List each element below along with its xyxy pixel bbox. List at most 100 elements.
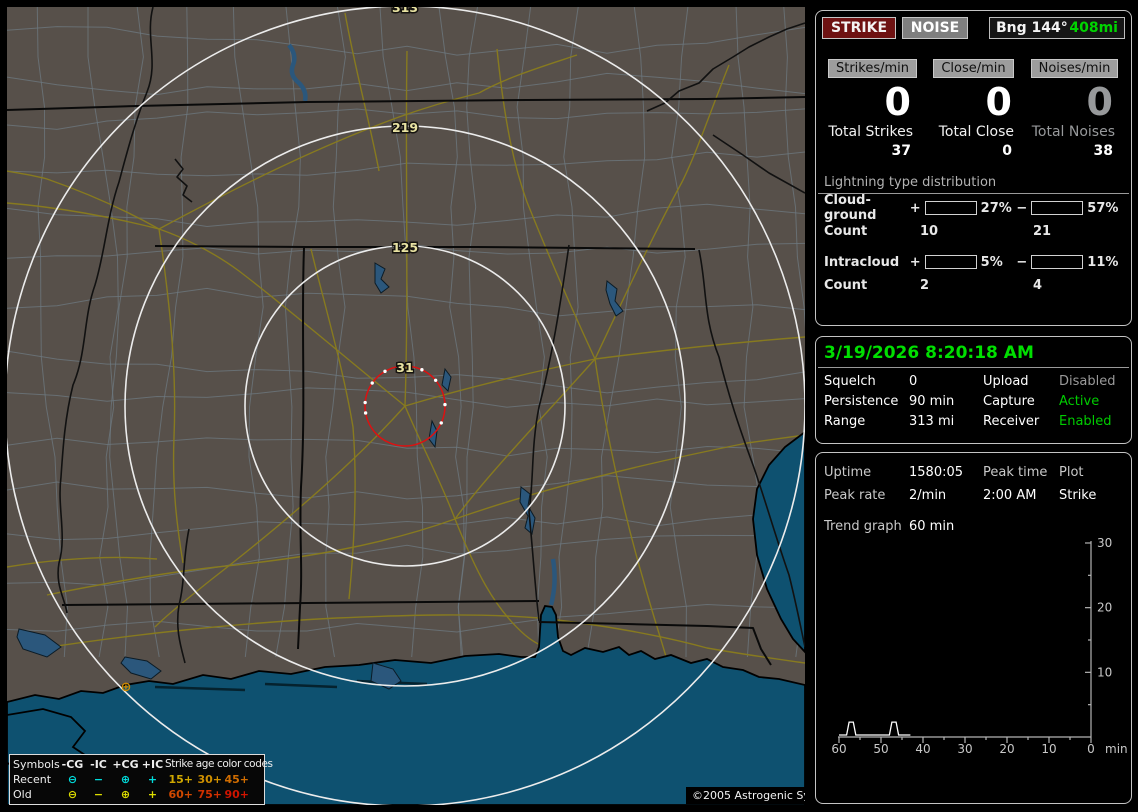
age-15: 15+ [168,773,193,786]
cloud-ground-row: Cloud-ground + 27% − 57% [816,193,1131,223]
intracloud-label: Intracloud [824,254,900,270]
recent-ncg-icon: ⊖ [67,773,78,786]
close-column: Close/min 0 Total Close 0 [923,57,1024,159]
rate-counters: Strikes/min 0 Total Strikes 37 Close/min… [816,57,1131,159]
strike-legend: Symbols -CG -IC +CG +IC Strike age color… [9,754,273,805]
legend-row-recent: Recent [13,773,52,786]
svg-text:min: min [1105,742,1128,756]
plot-value: Strike [1059,488,1097,503]
cg-positive-bar [924,201,977,215]
trend-graph: 60 50 40 30 20 10 0 min 30 20 10 [831,536,1128,756]
old-nic-icon: − [93,788,104,801]
count-label: Count [824,223,868,239]
svg-text:125: 125 [392,240,418,255]
noise-mode-button[interactable]: NOISE [902,17,968,39]
ic-negative-pct: 11% [1087,254,1119,270]
uptime-grid: Uptime 1580:05 Peak time Plot Peak rate … [816,453,1131,507]
range-label: Range [824,414,866,429]
old-ncg-icon: ⊖ [67,788,78,801]
datetime-display: 3/19/2026 8:20:18 AM [824,343,1034,363]
svg-text:10: 10 [1041,742,1056,756]
svg-text:30: 30 [957,742,972,756]
age-30: 30+ [197,773,222,786]
strikes-column: Strikes/min 0 Total Strikes 37 [822,57,923,159]
total-close-label: Total Close [938,124,1014,140]
upload-label: Upload [983,374,1029,389]
legend-col-nic: -IC [90,758,107,771]
svg-text:20: 20 [1097,601,1112,615]
svg-text:0: 0 [1087,742,1095,756]
legend-col-pcg: +CG [112,758,139,771]
legend-col-pic: +IC [141,758,164,771]
plus-sign: + [909,254,921,270]
distribution-title: Lightning type distribution [824,175,997,190]
close-rate: 0 [985,80,1012,124]
strikes-rate: 0 [884,80,911,124]
strike-map[interactable]: 313 219 125 31 ⊕ [7,7,805,805]
svg-text:31: 31 [396,360,413,375]
cg-positive-pct: 27% [980,200,1012,216]
map-panel[interactable]: 313 219 125 31 ⊕ Symbols -CG -IC +CG +IC St… [7,7,805,805]
bearing-label: Bng 144° [996,20,1068,36]
status-panel: 3/19/2026 8:20:18 AM Squelch 0 Upload Di… [815,336,1132,444]
old-strike-symbol: ⊕ [121,680,132,695]
receiver-label: Receiver [983,414,1040,429]
persistence-label: Persistence [824,394,899,409]
ic-positive-count: 2 [920,277,930,293]
close-per-min-button[interactable]: Close/min [933,59,1014,78]
ic-positive-pct: 5% [980,254,1003,270]
peak-time-value: 2:00 AM [983,488,1037,503]
total-strikes-label: Total Strikes [828,124,913,140]
legend-age-title: Strike age color codes [165,758,273,770]
count-label: Count [824,277,868,293]
intracloud-row: Intracloud + 5% − 11% [816,250,1131,274]
counters-panel: STRIKE NOISE Bng 144° 408mi Strikes/min … [815,10,1132,326]
nexstorm-window: 313 219 125 31 ⊕ Symbols -CG -IC +CG +IC St… [0,0,1138,812]
recent-pcg-icon: ⊕ [120,773,131,786]
total-noises-value: 38 [1093,143,1113,159]
age-45: 45+ [224,773,249,786]
total-noises-label: Total Noises [1031,124,1115,140]
plus-sign: + [909,200,921,216]
strikes-per-min-button[interactable]: Strikes/min [827,59,918,78]
svg-text:10: 10 [1097,665,1112,679]
noises-per-min-button[interactable]: Noises/min [1030,59,1119,78]
squelch-label: Squelch [824,374,876,389]
peak-time-label: Peak time [983,465,1048,480]
svg-text:30: 30 [1097,536,1112,550]
svg-text:219: 219 [392,120,418,135]
ic-positive-bar [924,255,977,269]
intracloud-count-row: Count 2 4 [816,274,1131,296]
capture-label: Capture [983,394,1035,409]
noises-rate: 0 [1086,80,1113,124]
total-strikes-value: 37 [891,143,911,159]
plot-label: Plot [1059,465,1084,480]
lightning-distribution: Lightning type distribution Cloud-ground… [816,175,1131,296]
uptime-value: 1580:05 [909,465,964,480]
old-pic-icon: + [147,788,158,801]
recent-pic-icon: + [147,773,158,786]
strike-mode-button[interactable]: STRIKE [822,17,896,39]
capture-status: Active [1059,394,1100,409]
trend-panel: Uptime 1580:05 Peak time Plot Peak rate … [815,452,1132,804]
squelch-value: 0 [909,374,918,389]
ic-negative-bar [1031,255,1084,269]
cg-positive-count: 10 [920,223,939,239]
bearing-distance: 408mi [1069,20,1118,36]
cloud-ground-count-row: Count 10 21 [816,220,1131,242]
cg-negative-bar [1031,201,1084,215]
cloud-ground-label: Cloud-ground [824,193,877,223]
cg-negative-count: 21 [1033,223,1052,239]
svg-text:60: 60 [831,742,846,756]
recent-nic-icon: − [93,773,104,786]
peak-rate-label: Peak rate [824,488,886,503]
persistence-value: 90 min [909,394,955,409]
noises-column: Noises/min 0 Total Noises 38 [1024,57,1125,159]
age-75: 75+ [197,788,222,801]
receiver-status: Enabled [1059,414,1112,429]
bearing-indicator: Bng 144° 408mi [989,17,1125,39]
age-60: 60+ [168,788,193,801]
minus-sign: − [1016,200,1028,216]
total-close-value: 0 [1002,143,1012,159]
svg-text:313: 313 [392,7,418,15]
